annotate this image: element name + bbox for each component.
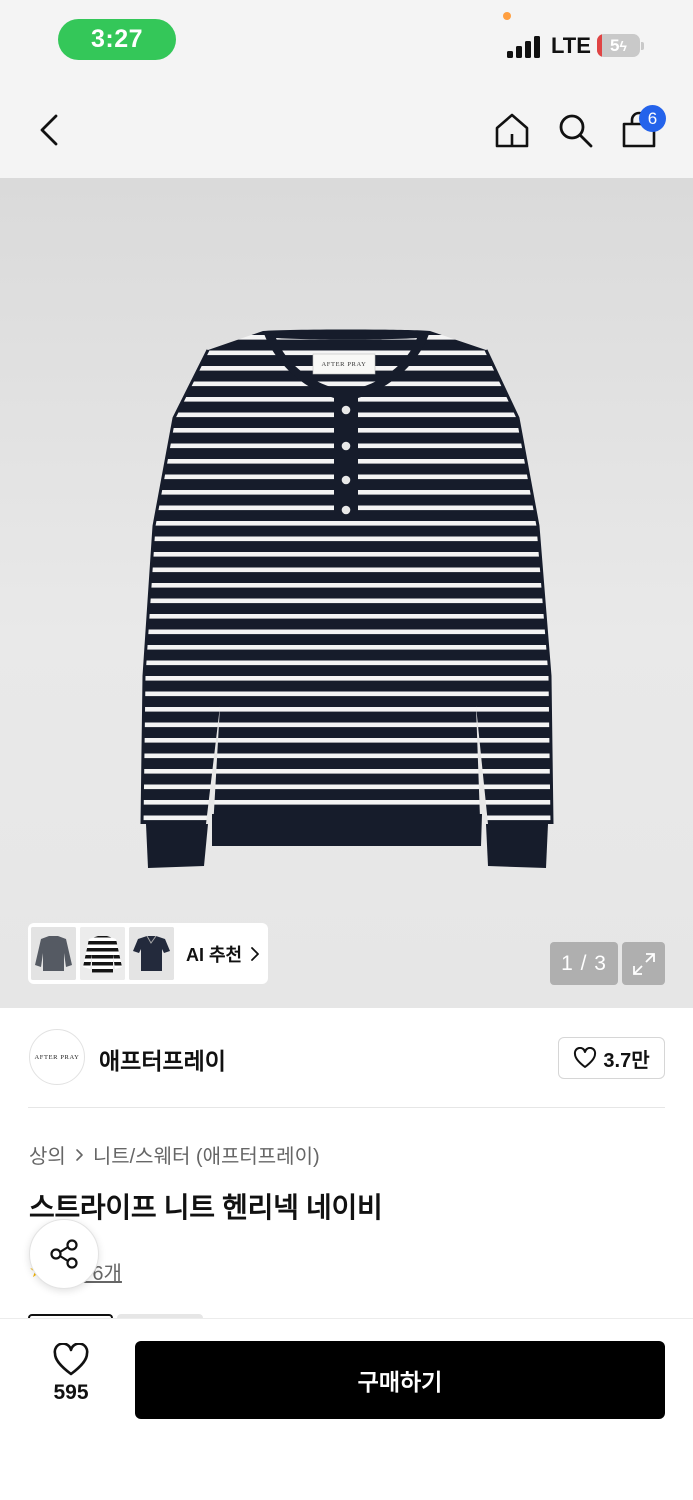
status-time: 3:27 — [58, 19, 176, 60]
search-icon — [559, 114, 593, 148]
battery-icon: 5ϟ — [597, 34, 644, 57]
cart-count-badge: 6 — [639, 105, 666, 132]
brand-like-count: 3.7만 — [603, 1049, 650, 1072]
bolt-icon: ϟ — [619, 37, 627, 54]
breadcrumb-item-knit[interactable]: 니트/스웨터 (애프터프레이) — [93, 1140, 320, 1169]
bottom-action-bar: 595 구매하기 — [0, 1318, 693, 1500]
brand-like-button[interactable]: 3.7만 — [558, 1037, 665, 1079]
home-icon — [495, 113, 529, 148]
ai-recommend-widget[interactable]: AI 추천 — [28, 923, 268, 984]
network-type: LTE — [551, 33, 591, 58]
brand-logo-text: AFTER PRAY — [34, 1053, 80, 1061]
battery-level: 5 — [610, 35, 620, 55]
top-navigation: 6 — [0, 82, 693, 178]
breadcrumb: 상의 니트/스웨터 (애프터프레이) — [29, 1140, 320, 1169]
ai-thumbnail-striped-sweater[interactable] — [80, 927, 125, 980]
status-bar: 3:27 LTE 5ϟ — [0, 0, 693, 82]
ai-recommend-label: AI 추천 — [186, 944, 243, 965]
chevron-right-icon — [75, 1148, 84, 1162]
chevron-right-icon — [251, 946, 260, 961]
search-button[interactable] — [551, 106, 599, 154]
back-button[interactable] — [26, 106, 74, 154]
cart-button[interactable]: 6 — [615, 105, 666, 154]
ai-thumbnail-gray-sweater[interactable] — [31, 927, 76, 980]
brand-name[interactable]: 애프터프레이 — [99, 1042, 226, 1076]
expand-image-button[interactable] — [622, 942, 665, 985]
heart-icon — [53, 1343, 89, 1376]
chevron-left-icon — [40, 114, 58, 146]
ai-thumbnail-navy-polo[interactable] — [129, 927, 174, 980]
buy-button[interactable]: 구매하기 — [135, 1341, 665, 1419]
product-photo: AFTER PRAY — [140, 329, 554, 868]
like-button[interactable]: 595 — [32, 1343, 110, 1411]
heart-icon — [574, 1047, 597, 1068]
svg-text:AFTER PRAY: AFTER PRAY — [322, 361, 367, 368]
privacy-indicator-dot — [503, 12, 511, 20]
product-title: 스트라이프 니트 헨리넥 네이비 — [29, 1192, 383, 1223]
gallery-page-indicator: 1 / 3 — [550, 942, 618, 985]
signal-strength-icon — [507, 36, 540, 58]
product-image-gallery[interactable]: AFTER PRAY AI 추천 1 / 3 — [0, 178, 693, 1008]
brand-logo[interactable]: AFTER PRAY — [29, 1029, 85, 1085]
divider — [28, 1107, 665, 1108]
expand-icon — [632, 952, 655, 975]
home-button[interactable] — [488, 106, 536, 154]
share-button[interactable] — [29, 1219, 99, 1289]
breadcrumb-item-top[interactable]: 상의 — [29, 1140, 66, 1169]
like-count: 595 — [53, 1381, 89, 1404]
share-icon — [50, 1239, 78, 1269]
